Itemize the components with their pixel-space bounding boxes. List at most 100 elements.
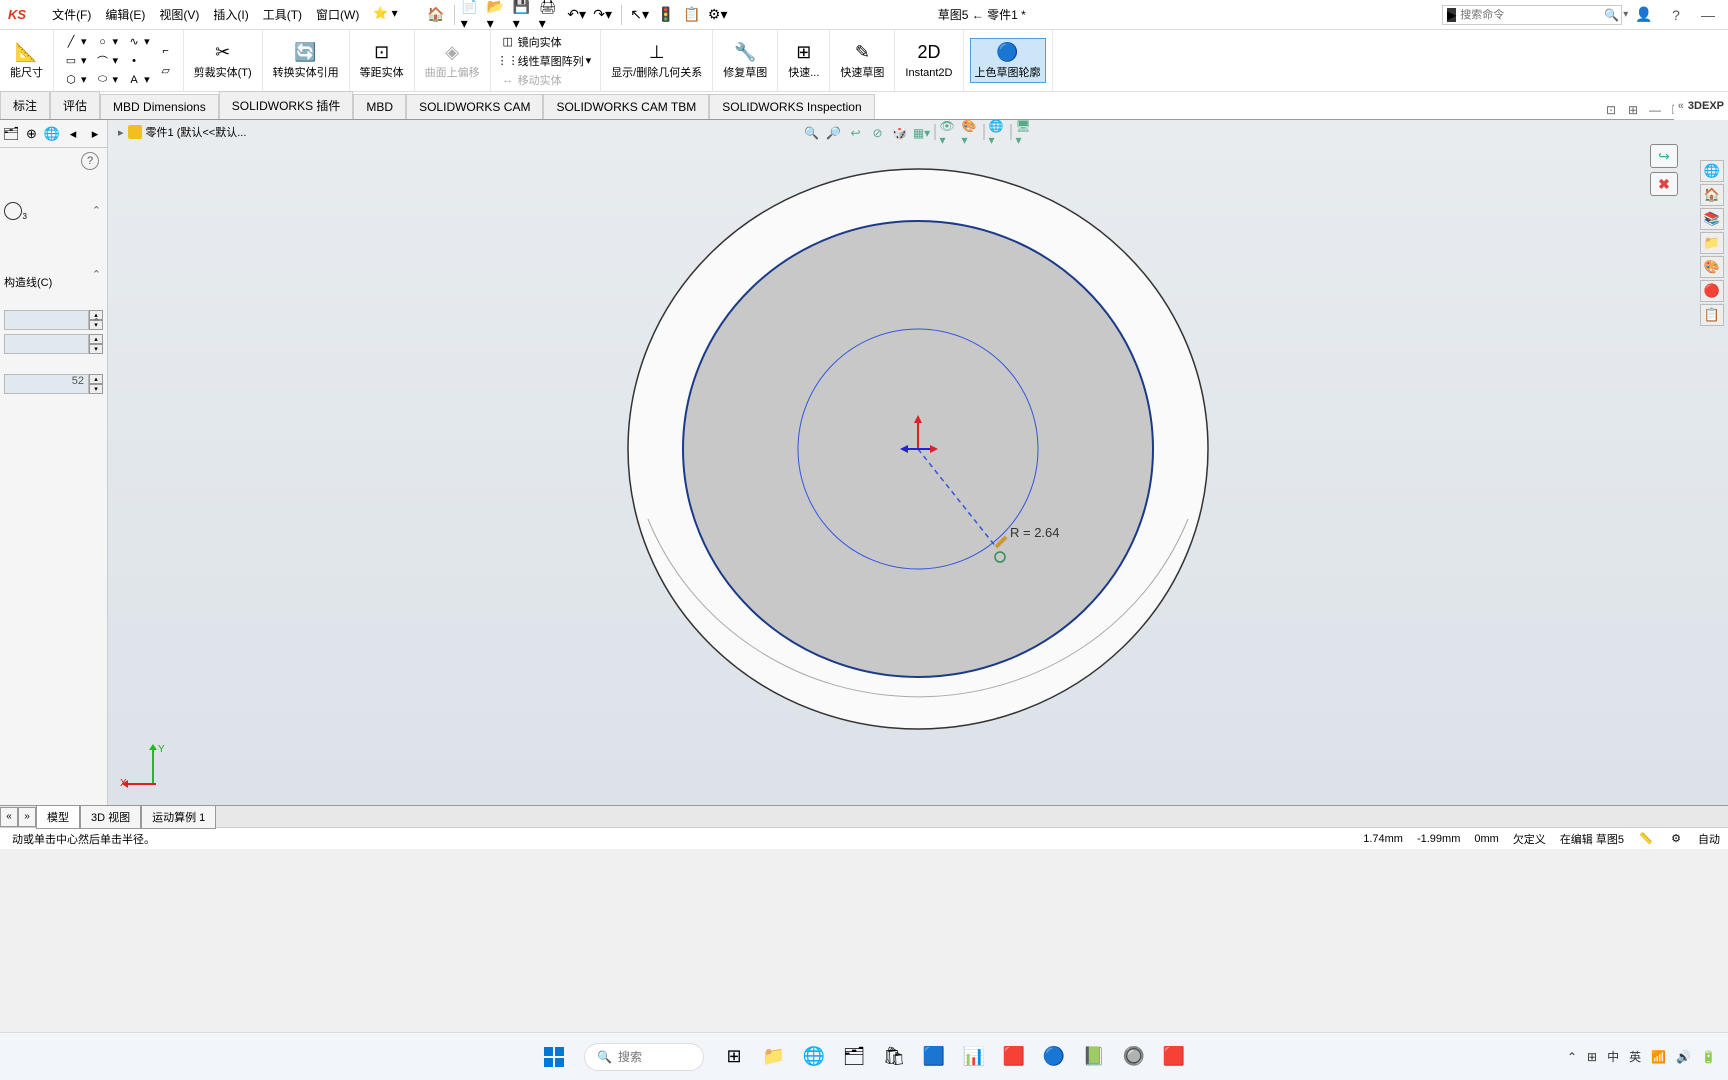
taskbar-search[interactable]: 🔍 <box>584 1043 704 1071</box>
3dexperience-panel-tab[interactable]: « 3DEXP <box>1674 92 1728 120</box>
rebuild-icon[interactable]: 📋 <box>680 3 704 27</box>
app-icon-6[interactable]: 🔘 <box>1116 1039 1152 1075</box>
tray-wifi-icon[interactable]: 📶 <box>1651 1050 1666 1064</box>
menu-window[interactable]: 窗口(W) <box>310 2 365 27</box>
tab-evaluate[interactable]: 评估 <box>50 91 100 119</box>
panel-prev-icon[interactable]: ◂ <box>63 124 83 144</box>
menu-more[interactable]: ⭐ ▾ <box>367 2 403 27</box>
point-tool[interactable]: • <box>123 52 153 70</box>
tab-mbd[interactable]: MBD <box>353 94 406 119</box>
rail-explorer-icon[interactable]: 📁 <box>1700 232 1724 254</box>
search-icon[interactable]: 🔍 <box>1602 8 1621 22</box>
menu-edit[interactable]: 编辑(E) <box>99 2 151 27</box>
new-icon[interactable]: 📄▾ <box>461 3 485 27</box>
app-icon-3[interactable]: 🟥 <box>996 1039 1032 1075</box>
ellipse-tool[interactable]: ⬭▾ <box>92 71 122 89</box>
open-icon[interactable]: 📂▾ <box>487 3 511 27</box>
panel-next-icon[interactable]: ▸ <box>85 124 105 144</box>
search-dropdown-icon[interactable]: ▾ <box>1621 9 1630 20</box>
help-icon[interactable]: ? <box>1664 3 1688 27</box>
store-icon[interactable]: 🛍 <box>876 1039 912 1075</box>
app-icon-5[interactable]: 📗 <box>1076 1039 1112 1075</box>
search-input[interactable] <box>1460 9 1602 21</box>
display-relations-button[interactable]: ⊥ 显示/删除几何关系 <box>607 39 706 82</box>
tab-model[interactable]: 模型 <box>36 805 80 829</box>
app-icon-4[interactable]: 🔵 <box>1036 1039 1072 1075</box>
tray-volume-icon[interactable]: 🔊 <box>1676 1050 1691 1064</box>
rail-library-icon[interactable]: 📚 <box>1700 208 1724 230</box>
spin-down[interactable]: ▾ <box>89 344 103 354</box>
param-x-field[interactable] <box>4 310 89 330</box>
spin-up[interactable]: ▴ <box>89 334 103 344</box>
print-icon[interactable]: 🖨▾ <box>539 3 563 27</box>
trim-button[interactable]: ✂ 剪裁实体(T) <box>190 39 256 82</box>
param-r-field[interactable]: 52 <box>4 374 89 394</box>
tray-ime2-icon[interactable]: 英 <box>1629 1048 1641 1065</box>
section-collapse-icon-2[interactable]: ⌃ <box>92 268 101 281</box>
feature-tree-tab[interactable]: 🗂 <box>2 124 20 144</box>
tab-sw-cam[interactable]: SOLIDWORKS CAM <box>406 94 543 119</box>
status-gear-icon[interactable]: ⚙ <box>1668 831 1684 847</box>
spin-up[interactable]: ▴ <box>89 374 103 384</box>
user-icon[interactable]: 👤 <box>1632 3 1656 27</box>
tab-sw-cam-tbm[interactable]: SOLIDWORKS CAM TBM <box>543 94 709 119</box>
options-icon[interactable]: ⚙▾ <box>706 3 730 27</box>
arc-tool[interactable]: ⌒▾ <box>92 52 122 70</box>
tab-mbd-dim[interactable]: MBD Dimensions <box>100 94 219 119</box>
quick-snap-button[interactable]: ⊞ 快速... <box>784 39 823 82</box>
menu-tools[interactable]: 工具(T) <box>257 2 308 27</box>
shaded-sketch-button[interactable]: 🔵 上色草图轮廓 <box>970 38 1046 83</box>
circle-tool[interactable]: ○▾ <box>92 33 122 51</box>
section-collapse-icon-3[interactable]: ⌃ <box>92 316 101 329</box>
tab-sw-insp[interactable]: SOLIDWORKS Inspection <box>709 94 874 119</box>
panel-help-icon[interactable]: ? <box>81 152 99 170</box>
plane-tool[interactable]: ▱ <box>155 61 177 79</box>
explorer-icon[interactable]: 📁 <box>756 1039 792 1075</box>
folder-icon[interactable]: 🗂 <box>836 1039 872 1075</box>
app-icon-1[interactable]: 🟦 <box>916 1039 952 1075</box>
traffic-icon[interactable]: 🚦 <box>654 3 678 27</box>
text-tool[interactable]: A▾ <box>123 71 153 89</box>
tab-first-icon[interactable]: « <box>0 807 18 827</box>
spline-tool[interactable]: ∿▾ <box>123 33 153 51</box>
mirror-button[interactable]: ◫镜向实体 <box>497 33 595 51</box>
graphics-viewport[interactable]: ▸ 零件1 (默认<<默认... 🔍 🔎 ↩ ⊘ 🎲 ▦▾ 👁▾ 🎨▾ 🌐▾ 🖥… <box>108 120 1728 805</box>
app-icon-2[interactable]: 📊 <box>956 1039 992 1075</box>
menu-file[interactable]: 文件(F) <box>46 2 97 27</box>
mdi-minimize-icon[interactable]: — <box>1646 101 1664 119</box>
sketch-exit-icon[interactable]: ↪ <box>1650 144 1678 168</box>
instant2d-button[interactable]: 2D Instant2D <box>901 39 956 82</box>
rail-3dexp-icon[interactable]: 🌐 <box>1700 160 1724 182</box>
rail-custom-props-icon[interactable]: 📋 <box>1700 304 1724 326</box>
tab-last-icon[interactable]: » <box>18 807 36 827</box>
circle-type-icon[interactable] <box>4 202 22 220</box>
save-icon[interactable]: 💾▾ <box>513 3 537 27</box>
solidworks-icon[interactable]: 🟥 <box>1156 1039 1192 1075</box>
property-manager-tab[interactable]: ⊕ <box>22 124 40 144</box>
smart-dimension-button[interactable]: 📐 能尺寸 <box>6 39 47 82</box>
home-icon[interactable]: 🏠 <box>424 3 448 27</box>
config-tab[interactable]: 🌐 <box>43 124 61 144</box>
poly-tool[interactable]: ⬡▾ <box>60 71 90 89</box>
linear-pattern-button[interactable]: ⋮⋮线性草图阵列▾ <box>497 52 595 70</box>
minimize-icon[interactable]: — <box>1696 3 1720 27</box>
tab-annotate[interactable]: 标注 <box>0 91 50 119</box>
section-collapse-icon[interactable]: ⌃ <box>92 204 101 217</box>
mdi-expand-icon[interactable]: ⊞ <box>1624 101 1642 119</box>
param-y-field[interactable] <box>4 334 89 354</box>
menu-view[interactable]: 视图(V) <box>153 2 205 27</box>
menu-insert[interactable]: 插入(I) <box>207 2 254 27</box>
rapid-sketch-button[interactable]: ✎ 快速草图 <box>836 39 888 82</box>
mdi-collapse-icon[interactable]: ⊡ <box>1602 101 1620 119</box>
command-search-box[interactable]: ▶ 🔍 ▾ <box>1442 5 1622 25</box>
tray-chevron-up-icon[interactable]: ⌃ <box>1567 1050 1577 1064</box>
rail-view-palette-icon[interactable]: 🎨 <box>1700 256 1724 278</box>
breadcrumb-expand-icon[interactable]: ▸ <box>118 126 124 139</box>
tab-motion-study[interactable]: 运动算例 1 <box>141 805 216 829</box>
offset-button[interactable]: ⊡ 等距实体 <box>356 39 408 82</box>
status-editing[interactable]: 在编辑 草图5 <box>1560 831 1624 847</box>
tab-3d-view[interactable]: 3D 视图 <box>80 805 141 829</box>
undo-icon[interactable]: ↶▾ <box>565 3 589 27</box>
breadcrumb-part-name[interactable]: 零件1 (默认<<默认... <box>146 124 247 140</box>
fillet-tool[interactable]: ⌐ <box>155 42 177 60</box>
